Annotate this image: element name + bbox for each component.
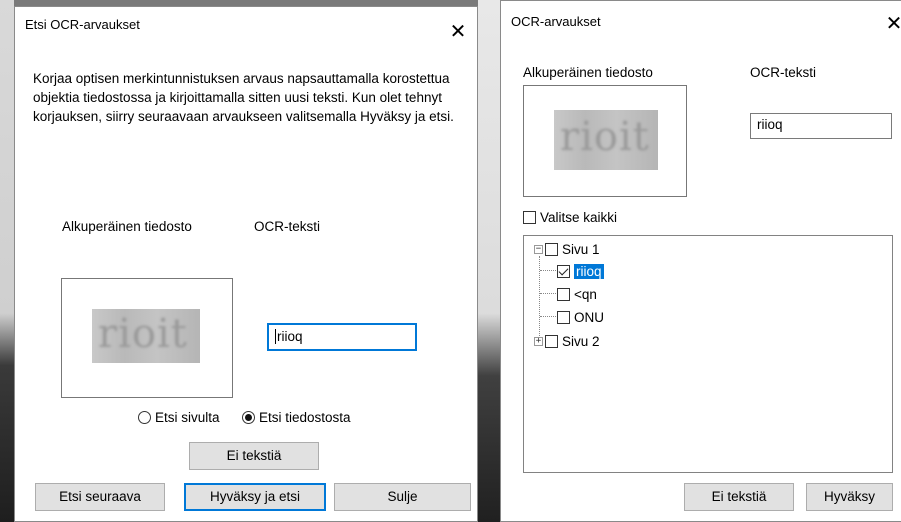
radio-find-document[interactable]: Etsi tiedostosta [242, 410, 351, 425]
find-ocr-suspects-dialog: Etsi OCR-arvaukset ✕ Korjaa optisen merk… [14, 6, 478, 522]
checkbox-box[interactable] [545, 242, 558, 256]
radio-find-page[interactable]: Etsi sivulta [138, 410, 220, 425]
original-image-frame: rioit [61, 278, 233, 398]
tree-item-label: riioq [574, 263, 604, 279]
expand-icon[interactable]: + [534, 336, 543, 346]
background-left [0, 0, 14, 522]
tree-item-label: <qn [574, 286, 597, 302]
close-button[interactable]: Sulje [334, 483, 471, 511]
checkbox-box-checked[interactable] [557, 264, 570, 278]
text-caret [275, 329, 276, 344]
ocr-text-label: OCR-teksti [254, 219, 321, 234]
ocr-text-input[interactable]: riioq [267, 323, 417, 351]
tree-line [539, 256, 540, 342]
close-icon[interactable]: ✕ [879, 11, 901, 37]
ocr-source-image: rioit [554, 110, 658, 170]
radio-find-document-label: Etsi tiedostosta [259, 410, 351, 425]
dialog-title: OCR-arvaukset [511, 14, 601, 29]
title-bar: OCR-arvaukset ✕ [501, 1, 901, 35]
collapse-icon[interactable]: − [534, 244, 543, 254]
select-all-checkbox[interactable]: Valitse kaikki [523, 210, 617, 225]
tree-node-page-2[interactable]: + Sivu 2 [534, 332, 600, 350]
background-middle [478, 0, 500, 522]
ocr-text-label: OCR-teksti [750, 65, 817, 80]
original-image-frame: rioit [523, 85, 687, 197]
instructions-text: Korjaa optisen merkintunnistuksen arvaus… [33, 71, 454, 124]
radio-find-page-label: Etsi sivulta [155, 410, 220, 425]
checkbox-box[interactable] [557, 287, 570, 301]
accept-button[interactable]: Hyväksy [806, 483, 893, 511]
no-text-button[interactable]: Ei tekstiä [684, 483, 794, 511]
ocr-text-input[interactable]: riioq [750, 113, 892, 139]
ocr-suspects-dialog: OCR-arvaukset ✕ Alkuperäinen tiedosto OC… [500, 0, 901, 522]
checkbox-box[interactable] [557, 310, 570, 324]
accept-and-find-button[interactable]: Hyväksy ja etsi [184, 483, 326, 511]
ocr-text-value: riioq [757, 117, 783, 132]
ocr-source-image: rioit [92, 309, 200, 363]
tree-item[interactable]: <qn [557, 285, 597, 303]
no-text-button[interactable]: Ei tekstiä [189, 442, 319, 470]
close-icon[interactable]: ✕ [443, 19, 473, 45]
find-next-button[interactable]: Etsi seuraava [35, 483, 165, 511]
radio-circle [138, 411, 151, 424]
select-all-label: Valitse kaikki [540, 210, 618, 225]
tree-node-label: Sivu 2 [562, 333, 600, 349]
tree-line [540, 316, 556, 317]
original-file-label: Alkuperäinen tiedosto [62, 219, 192, 234]
tree-item-label: ONU [574, 309, 604, 325]
tree-line [540, 293, 556, 294]
original-file-label: Alkuperäinen tiedosto [523, 65, 653, 80]
tree-node-page-1[interactable]: − Sivu 1 [534, 240, 600, 258]
suspects-tree[interactable]: − Sivu 1 riioq <qn ONU + Sivu 2 [523, 235, 893, 473]
ocr-text-value: riioq [277, 329, 303, 344]
checkbox-box[interactable] [545, 334, 558, 348]
dialog-title: Etsi OCR-arvaukset [25, 17, 140, 32]
tree-line [540, 270, 556, 271]
tree-item[interactable]: ONU [557, 308, 604, 326]
tree-node-label: Sivu 1 [562, 241, 600, 257]
title-bar: Etsi OCR-arvaukset ✕ [15, 7, 477, 43]
checkbox-box [523, 211, 536, 224]
tree-item[interactable]: riioq [557, 262, 604, 280]
radio-circle-selected [242, 411, 255, 424]
